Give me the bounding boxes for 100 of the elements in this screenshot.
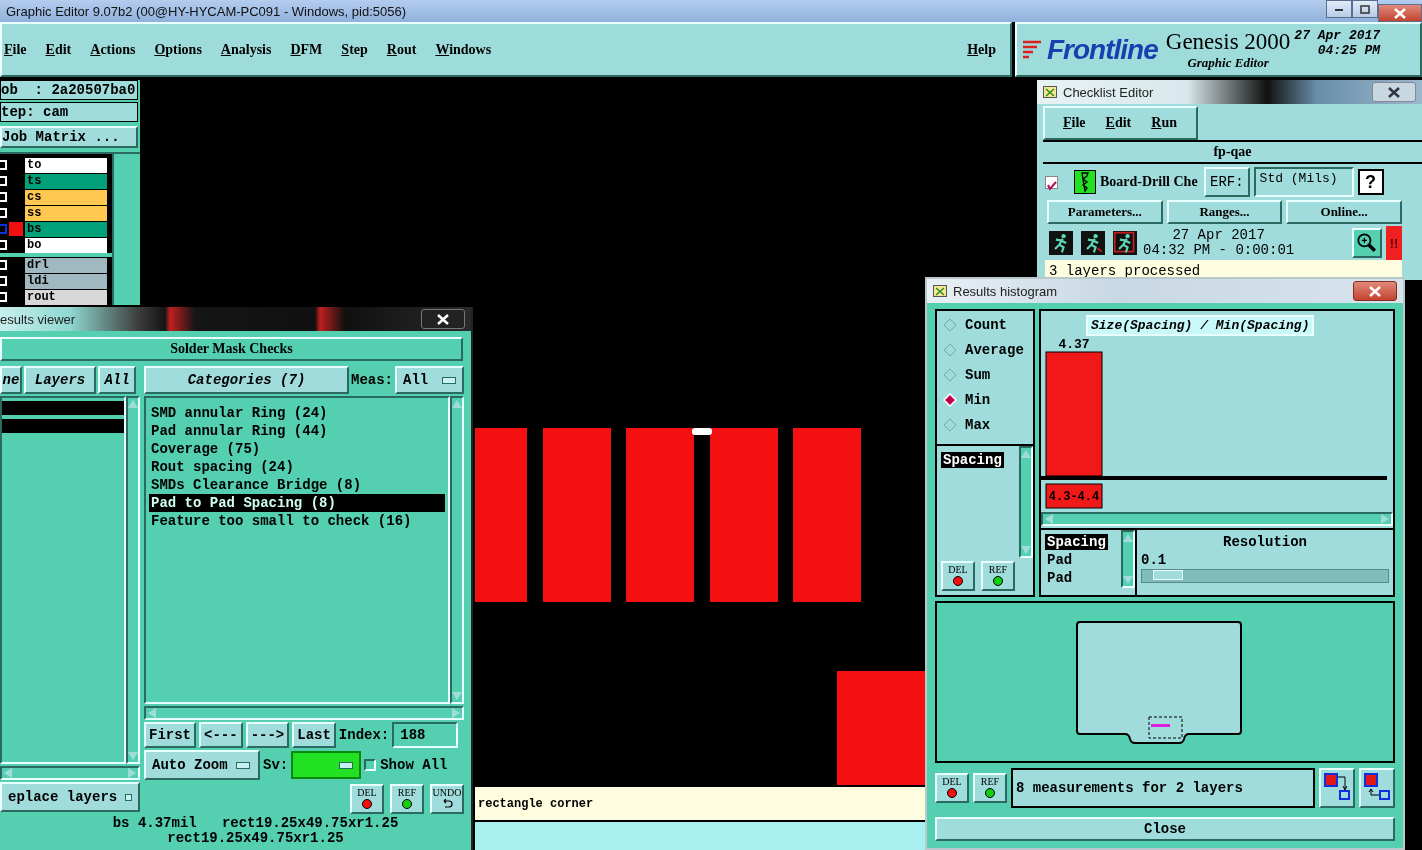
meas-dropdown[interactable]: All bbox=[395, 366, 464, 394]
layer-name[interactable]: ts bbox=[25, 173, 107, 189]
categories-button[interactable]: Categories (7) bbox=[144, 366, 349, 394]
menu-item[interactable]: Edit bbox=[1105, 115, 1132, 131]
color-dropdown[interactable] bbox=[291, 751, 362, 779]
bar-value-label: 4.37 bbox=[1058, 337, 1090, 352]
resolution-slider[interactable] bbox=[1141, 569, 1389, 583]
list-item[interactable]: Spacing bbox=[1045, 534, 1108, 550]
menu-item[interactable]: DFM bbox=[290, 41, 323, 58]
menu-item[interactable]: Actions bbox=[90, 41, 136, 58]
nav-button[interactable]: First bbox=[144, 722, 196, 748]
checkbox[interactable] bbox=[1045, 175, 1058, 189]
menu-item[interactable]: Edit bbox=[45, 41, 72, 58]
tab[interactable]: ne bbox=[0, 366, 22, 394]
job-matrix-button[interactable]: Job Matrix ... bbox=[0, 126, 138, 148]
menu-item[interactable]: Options bbox=[154, 41, 202, 58]
category-item[interactable]: Feature too small to check (16) bbox=[149, 512, 445, 530]
erf-button[interactable]: ERF: bbox=[1204, 167, 1250, 197]
category-item[interactable]: Pad to Pad Spacing (8) bbox=[149, 494, 445, 512]
help-menu[interactable]: Help bbox=[967, 41, 996, 58]
layer-checkbox[interactable] bbox=[0, 224, 7, 234]
undo-arrow-icon bbox=[441, 799, 453, 809]
layer-name[interactable]: bs bbox=[25, 221, 107, 237]
close-button[interactable] bbox=[1372, 82, 1416, 102]
minimize-button[interactable] bbox=[1326, 0, 1352, 18]
refresh-button[interactable]: REF bbox=[973, 773, 1007, 803]
running-figure-icon[interactable] bbox=[1079, 229, 1107, 257]
vertical-scrollbar[interactable] bbox=[1121, 530, 1135, 588]
layer-name[interactable]: rout bbox=[25, 289, 107, 305]
menu-item[interactable]: Step bbox=[341, 41, 368, 58]
radio-button[interactable] bbox=[943, 368, 957, 382]
running-figure-icon[interactable] bbox=[1111, 229, 1139, 257]
category-item[interactable]: SMD annular Ring (24) bbox=[149, 404, 445, 422]
radio-button[interactable] bbox=[943, 343, 957, 357]
resolution-value: 0.1 bbox=[1141, 552, 1168, 568]
menu-item[interactable]: File bbox=[4, 41, 27, 58]
category-item[interactable]: Coverage (75) bbox=[149, 440, 445, 458]
layer-name[interactable]: drl bbox=[25, 257, 107, 273]
horizontal-scrollbar[interactable] bbox=[1041, 512, 1393, 526]
vertical-scrollbar[interactable] bbox=[1019, 446, 1033, 558]
layer-name[interactable]: cs bbox=[25, 189, 107, 205]
scrollbar-track[interactable] bbox=[112, 154, 140, 305]
histogram-bar[interactable] bbox=[1045, 351, 1103, 477]
maximize-button[interactable] bbox=[1352, 0, 1378, 18]
horizontal-scrollbar[interactable] bbox=[144, 706, 464, 720]
radio-label: Count bbox=[965, 317, 1007, 333]
menu-item[interactable]: Run bbox=[1151, 115, 1177, 131]
zoom-mode-dropdown[interactable]: Auto Zoom bbox=[144, 750, 260, 780]
tab[interactable]: Layers bbox=[24, 366, 96, 394]
nav-button[interactable]: Last bbox=[292, 722, 336, 748]
layer-name[interactable]: bo bbox=[25, 237, 107, 253]
export-button[interactable] bbox=[1319, 768, 1355, 808]
measure-item[interactable]: Spacing bbox=[941, 452, 1004, 468]
index-label: Index: bbox=[338, 727, 390, 743]
refresh-button[interactable]: REF bbox=[390, 784, 424, 814]
nav-button[interactable]: ---> bbox=[245, 722, 290, 748]
menu-item[interactable]: Windows bbox=[435, 41, 492, 58]
window-title: Checklist Editor bbox=[1063, 84, 1154, 100]
erf-field[interactable]: Std (Mils) bbox=[1253, 167, 1354, 197]
category-item[interactable]: Rout spacing (24) bbox=[149, 458, 445, 476]
vertical-scrollbar[interactable] bbox=[450, 396, 464, 704]
category-item[interactable]: Pad annular Ring (44) bbox=[149, 422, 445, 440]
checkbox[interactable] bbox=[364, 759, 377, 771]
list-item[interactable]: Pad bbox=[1045, 570, 1075, 586]
window-icon bbox=[933, 285, 947, 297]
refresh-button[interactable]: REF bbox=[981, 561, 1015, 591]
import-button[interactable] bbox=[1359, 768, 1395, 808]
slider-thumb[interactable] bbox=[1152, 570, 1183, 580]
layer-name[interactable]: ss bbox=[25, 205, 107, 221]
menu-item[interactable]: File bbox=[1063, 115, 1086, 131]
layer-name[interactable]: ldi bbox=[25, 273, 107, 289]
running-figure-icon[interactable] bbox=[1047, 229, 1075, 257]
radio-label: Max bbox=[965, 417, 991, 433]
close-button[interactable] bbox=[421, 309, 465, 329]
delete-button[interactable]: DEL bbox=[941, 561, 975, 591]
category-item[interactable]: SMDs Clearance Bridge (8) bbox=[149, 476, 445, 494]
layers-mode-dropdown[interactable]: eplace layers bbox=[0, 782, 140, 812]
menu-item[interactable]: Analysis bbox=[220, 41, 272, 58]
radio-label: Sum bbox=[965, 367, 991, 383]
tab[interactable]: All bbox=[98, 366, 136, 394]
delete-button[interactable]: DEL bbox=[935, 773, 969, 803]
nav-button[interactable]: <--- bbox=[199, 722, 243, 748]
radio-button[interactable] bbox=[943, 318, 957, 332]
close-button[interactable] bbox=[1353, 281, 1397, 301]
undo-button[interactable]: UNDO bbox=[430, 784, 464, 814]
layer-name[interactable]: to bbox=[25, 157, 107, 173]
radio-label: Min bbox=[965, 392, 991, 408]
vertical-scrollbar[interactable] bbox=[126, 396, 140, 764]
radio-button[interactable] bbox=[943, 418, 957, 432]
delete-button[interactable]: DEL bbox=[350, 784, 384, 814]
index-field[interactable]: 188 bbox=[392, 722, 459, 748]
action-button[interactable]: Online... bbox=[1286, 200, 1402, 224]
action-button[interactable]: Parameters... bbox=[1047, 200, 1163, 224]
action-button[interactable]: Ranges... bbox=[1166, 200, 1283, 224]
close-button[interactable]: Close bbox=[935, 817, 1395, 841]
list-item[interactable]: Pad bbox=[1045, 552, 1075, 568]
zoom-in-icon[interactable] bbox=[1352, 228, 1382, 258]
horizontal-scrollbar[interactable] bbox=[0, 766, 140, 780]
help-button[interactable]: ? bbox=[1357, 169, 1384, 195]
menu-item[interactable]: Rout bbox=[386, 41, 417, 58]
